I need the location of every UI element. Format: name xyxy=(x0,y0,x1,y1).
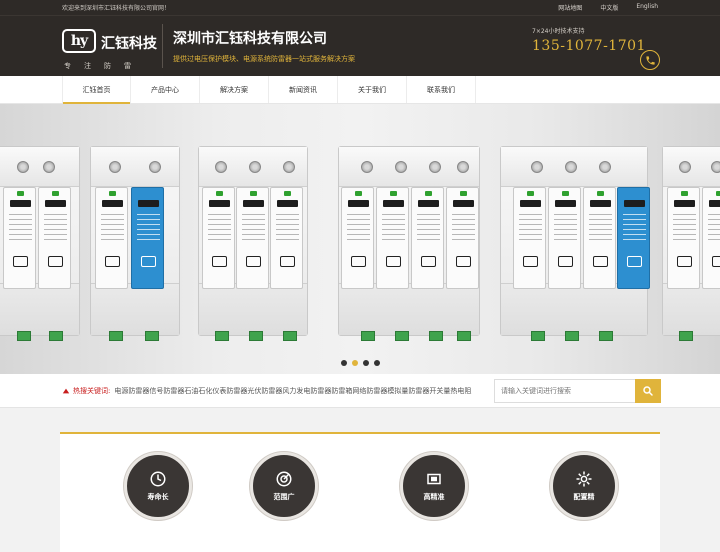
phone-icon xyxy=(640,50,660,70)
feature-fine-config[interactable]: 配置精 xyxy=(550,452,618,520)
gear-icon xyxy=(576,471,592,487)
search-icon xyxy=(643,386,653,396)
flame-icon xyxy=(62,388,70,393)
feature-high-precision[interactable]: 高精准 xyxy=(400,452,468,520)
logo-name: 汇钰科技 xyxy=(101,36,157,52)
features-panel: 寿命长 范围广 高精准 配置精 xyxy=(60,432,660,552)
hot-keywords-label: 热搜关键词: xyxy=(62,386,110,396)
english-version-link[interactable]: English xyxy=(636,3,658,12)
carousel-dot-2[interactable] xyxy=(352,360,358,366)
nav-products[interactable]: 产品中心 xyxy=(131,76,200,103)
product-image-spd-6 xyxy=(662,146,720,341)
feature-long-life[interactable]: 寿命长 xyxy=(124,452,192,520)
search-box xyxy=(494,379,636,403)
chinese-version-link[interactable]: 中文版 xyxy=(600,3,618,12)
brand-block: 深圳市汇钰科技有限公司 提供过电压保护模块、电源系统防雷器一站式服务解决方案 xyxy=(173,28,355,64)
welcome-text: 欢迎来到深圳市汇钰科技有限公司官网！ xyxy=(62,5,171,12)
radar-icon xyxy=(276,471,292,487)
chip-icon xyxy=(427,473,441,485)
feature-wide-range[interactable]: 范围广 xyxy=(250,452,318,520)
sitemap-link[interactable]: 网站地图 xyxy=(558,3,582,12)
search-input[interactable] xyxy=(501,387,631,395)
product-image-spd-4 xyxy=(338,146,480,341)
site-header: hy 汇钰科技 专注防雷 深圳市汇钰科技有限公司 提供过电压保护模块、电源系统防… xyxy=(0,16,720,76)
carousel-dots xyxy=(341,360,380,366)
hot-keywords[interactable]: 电源防雷器信号防雷器石油石化仪表防雷器光伏防雷器风力发电防雷器防雷箱网络防雷器模… xyxy=(114,386,471,396)
hotline: 7×24小时技术支持 135-1077-1701 xyxy=(532,26,646,54)
search-row: 热搜关键词: 电源防雷器信号防雷器石油石化仪表防雷器光伏防雷器风力发电防雷器防雷… xyxy=(0,374,720,408)
feature-label: 范围广 xyxy=(273,493,295,501)
hero-banner[interactable] xyxy=(0,104,720,374)
carousel-dot-4[interactable] xyxy=(374,360,380,366)
carousel-dot-1[interactable] xyxy=(341,360,347,366)
company-tagline: 提供过电压保护模块、电源系统防雷器一站式服务解决方案 xyxy=(173,55,355,63)
carousel-dot-3[interactable] xyxy=(363,360,369,366)
product-image-spd-5 xyxy=(500,146,650,341)
hotline-label: 7×24小时技术支持 xyxy=(532,28,585,35)
top-bar: 欢迎来到深圳市汇钰科技有限公司官网！ 网站地图 中文版 English xyxy=(0,0,720,16)
logo[interactable]: hy 汇钰科技 专注防雷 xyxy=(62,21,160,71)
product-image-spd-1 xyxy=(0,146,80,341)
feature-label: 配置精 xyxy=(573,493,595,501)
top-links: 网站地图 中文版 English xyxy=(558,3,658,12)
hotline-number: 135-1077-1701 xyxy=(532,38,646,54)
feature-label: 寿命长 xyxy=(147,493,169,501)
search-button[interactable] xyxy=(635,379,661,403)
header-divider xyxy=(162,24,163,68)
logo-mark: hy xyxy=(62,29,96,53)
logo-slogan: 专注防雷 xyxy=(64,62,144,70)
feature-label: 高精准 xyxy=(423,493,445,501)
clock-icon xyxy=(150,471,166,487)
main-nav: 汇钰首页 产品中心 解决方案 新闻资讯 关于我们 联系我们 xyxy=(0,76,720,104)
nav-about[interactable]: 关于我们 xyxy=(338,76,407,103)
product-image-spd-3 xyxy=(198,146,308,341)
company-name: 深圳市汇钰科技有限公司 xyxy=(173,31,327,47)
nav-home[interactable]: 汇钰首页 xyxy=(62,76,131,104)
nav-contact[interactable]: 联系我们 xyxy=(407,76,476,103)
nav-solutions[interactable]: 解决方案 xyxy=(200,76,269,103)
hot-label-text: 热搜关键词: xyxy=(73,386,111,395)
nav-news[interactable]: 新闻资讯 xyxy=(269,76,338,103)
product-image-spd-2 xyxy=(90,146,180,341)
